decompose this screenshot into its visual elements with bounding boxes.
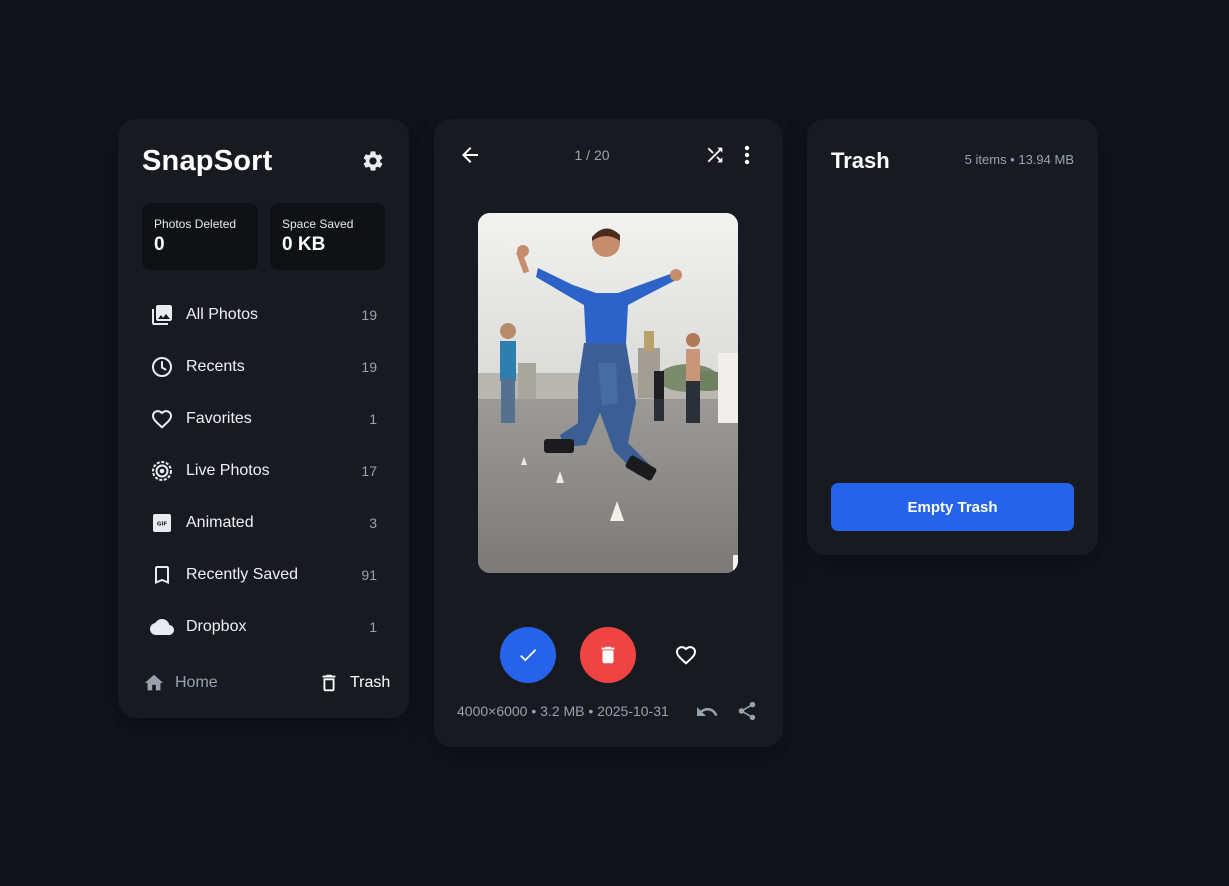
undo-icon[interactable] <box>695 700 719 724</box>
delete-button[interactable] <box>580 627 636 683</box>
photo-metadata: 4000×6000 • 3.2 MB • 2025-10-31 <box>457 703 669 719</box>
library-panel: SnapSort Photos Deleted 0 Space Saved 0 … <box>118 119 409 718</box>
clock-icon <box>150 355 174 379</box>
nav-item-animated[interactable]: GIF Animated 3 <box>142 503 385 543</box>
bookmark-icon <box>150 563 174 587</box>
nav-count: 1 <box>369 411 377 427</box>
nav-item-all-photos[interactable]: All Photos 19 <box>142 295 385 335</box>
trash-summary: 5 items • 13.94 MB <box>964 152 1074 167</box>
nav-label: Dropbox <box>186 618 247 635</box>
nav-label: Live Photos <box>186 462 270 479</box>
home-icon <box>144 674 164 691</box>
nav-count: 3 <box>369 515 377 531</box>
photo-counter: 1 / 20 <box>574 147 610 163</box>
more-options-icon[interactable] <box>737 144 757 166</box>
nav-item-recents[interactable]: Recents 19 <box>142 347 385 387</box>
space-saved-stat: Space Saved 0 KB <box>270 203 385 270</box>
nav-item-favorites[interactable]: Favorites 1 <box>142 399 385 439</box>
stat-label: Space Saved <box>282 217 354 231</box>
favorite-heart-icon[interactable] <box>674 643 698 667</box>
heart-icon <box>150 407 174 431</box>
nav-count: 91 <box>361 567 377 583</box>
stat-value: 0 KB <box>282 234 326 255</box>
svg-text:GIF: GIF <box>157 522 168 528</box>
nav-count: 1 <box>369 619 377 635</box>
share-icon[interactable] <box>736 700 758 722</box>
nav-count: 19 <box>361 307 377 323</box>
nav-label: Recently Saved <box>186 566 299 583</box>
trash-panel: Trash 5 items • 13.94 MB Empty Trash <box>807 119 1098 555</box>
stat-value: 0 <box>154 234 165 255</box>
trash-link[interactable]: Trash <box>318 671 390 695</box>
nav-label: Favorites <box>186 410 252 427</box>
trash-label: Trash <box>350 674 391 691</box>
stat-label: Photos Deleted <box>154 217 237 231</box>
nav-label: Recents <box>186 358 245 375</box>
current-photo[interactable] <box>478 213 738 573</box>
nav-label: All Photos <box>186 306 259 323</box>
trash-title: Trash <box>831 148 890 173</box>
nav-label: Animated <box>186 514 254 531</box>
checkmark-icon <box>520 649 537 662</box>
home-label: Home <box>175 674 218 691</box>
keep-button[interactable] <box>500 627 556 683</box>
gif-icon: GIF <box>150 511 174 535</box>
empty-trash-button[interactable]: Empty Trash <box>831 483 1074 531</box>
photo-viewer-panel: 1 / 20 4000×6000 • 3.2 MB • 2025-10-31 <box>434 119 783 747</box>
nav-item-live-photos[interactable]: Live Photos 17 <box>142 451 385 491</box>
trash-can-icon <box>322 674 336 692</box>
nav-item-dropbox[interactable]: Dropbox 1 <box>142 607 385 647</box>
home-link[interactable]: Home <box>143 671 218 695</box>
nav-count: 19 <box>361 359 377 375</box>
shuffle-icon[interactable] <box>704 144 726 166</box>
nav-count: 17 <box>361 463 377 479</box>
trash-can-icon <box>601 646 615 664</box>
settings-gear-icon[interactable] <box>361 149 385 173</box>
photos-deleted-stat: Photos Deleted 0 <box>142 203 258 270</box>
app-title: SnapSort <box>142 145 273 177</box>
cloud-icon <box>150 615 174 639</box>
nav-item-recently-saved[interactable]: Recently Saved 91 <box>142 555 385 595</box>
live-photo-icon <box>150 459 174 483</box>
photo-library-icon <box>150 303 174 327</box>
